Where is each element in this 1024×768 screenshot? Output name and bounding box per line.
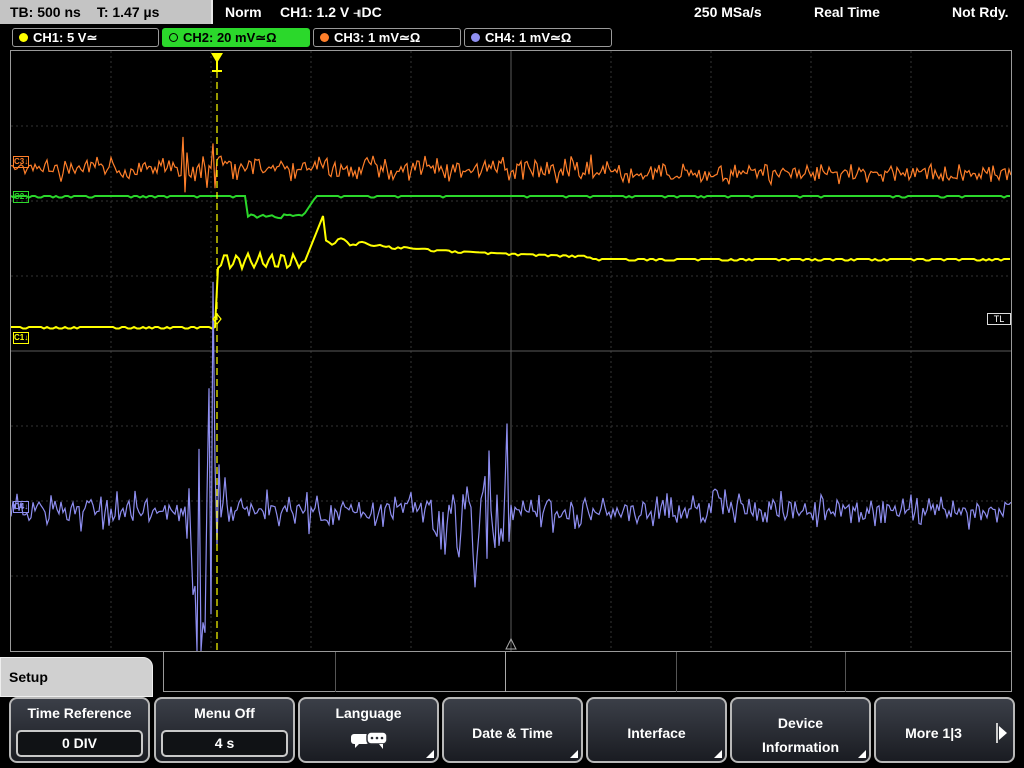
waveform-canvas: [11, 51, 1011, 651]
channel-tab-ch3[interactable]: CH3: 1 mV≃Ω: [313, 28, 461, 47]
interface-softkey[interactable]: Interface: [586, 697, 727, 763]
ch1-color-dot: [19, 33, 28, 42]
trigger-time-value: T: 1.47 µs: [96, 4, 160, 20]
speech-bubbles-icon: [350, 731, 388, 749]
menu-title: Setup: [9, 669, 48, 685]
channel-tab-label: CH2: 20 mV≃Ω: [183, 30, 277, 45]
menu-title-tab: Setup: [0, 657, 153, 697]
softkey-label: Device Information: [762, 715, 839, 755]
channel-tab-label: CH3: 1 mV≃Ω: [334, 30, 421, 45]
channel-tab-label: CH4: 1 mV≃Ω: [485, 30, 572, 45]
channel-tab-ch4[interactable]: CH4: 1 mV≃Ω: [464, 28, 612, 47]
ch3-offset-marker[interactable]: C3↓: [13, 156, 30, 168]
submenu-corner-icon: [570, 750, 578, 758]
submenu-corner-icon: [858, 750, 866, 758]
strip-divider: [845, 652, 846, 692]
status-bar: TB: 500 ns T: 1.47 µs Norm CH1: 1.2 V ⫣DC…: [0, 0, 1024, 26]
strip-divider: [676, 652, 677, 692]
menu-off-softkey[interactable]: Menu Off 4 s: [154, 697, 295, 763]
channel-tabs: CH1: 5 V≃ CH2: 20 mV≃Ω CH3: 1 mV≃Ω CH4: …: [0, 26, 1024, 48]
channel-tab-label: CH1: 5 V≃: [33, 30, 98, 45]
language-softkey[interactable]: Language: [298, 697, 439, 763]
softkey-label: Time Reference: [27, 705, 132, 721]
strip-divider-center: [505, 652, 506, 692]
ch4-color-dot: [471, 33, 480, 42]
more-softkey[interactable]: More 1|3: [874, 697, 1015, 763]
acquisition-mode[interactable]: Real Time: [814, 0, 880, 24]
ch2-color-dot: [169, 33, 178, 42]
acquisition-status: Not Rdy.: [952, 4, 1009, 20]
horizontal-overview-strip: [163, 652, 1012, 692]
softkey-label: Interface: [627, 725, 686, 741]
softkey-label: More 1|3: [905, 725, 962, 741]
timebase-box[interactable]: TB: 500 ns T: 1.47 µs: [0, 0, 213, 24]
ch3-color-dot: [320, 33, 329, 42]
ch2-offset-marker[interactable]: C2↓: [13, 191, 30, 203]
channel-tab-ch2[interactable]: CH2: 20 mV≃Ω: [162, 28, 310, 47]
sample-rate: 250 MSa/s: [694, 4, 762, 20]
timebase-value: TB: 500 ns: [10, 4, 81, 20]
ch1-offset-marker[interactable]: C1↓: [13, 332, 30, 344]
submenu-corner-icon: [426, 750, 434, 758]
more-divider: [996, 723, 998, 743]
waveform-display[interactable]: C3↓ C2↓ C1↓ C4↓ TL: [10, 50, 1012, 652]
next-page-arrow-icon: [999, 726, 1007, 740]
trigger-level-marker[interactable]: TL: [987, 313, 1011, 325]
softkey-label: Language: [335, 705, 402, 721]
device-information-softkey[interactable]: Device Information: [730, 697, 871, 763]
date-time-softkey[interactable]: Date & Time: [442, 697, 583, 763]
graticule-grid: [11, 51, 1011, 651]
time-reference-softkey[interactable]: Time Reference 0 DIV: [9, 697, 150, 763]
trigger-mode[interactable]: Norm: [225, 0, 262, 24]
softkey-label: Date & Time: [472, 725, 553, 741]
strip-divider: [335, 652, 336, 692]
channel-tab-ch1[interactable]: CH1: 5 V≃: [12, 28, 159, 47]
ch4-offset-marker[interactable]: C4↓: [13, 501, 30, 513]
softkey-label: Menu Off: [194, 705, 255, 721]
submenu-corner-icon: [714, 750, 722, 758]
menu-off-value: 4 s: [161, 730, 288, 757]
trigger-info[interactable]: CH1: 1.2 V ⫣DC: [280, 0, 382, 24]
time-reference-value: 0 DIV: [16, 730, 143, 757]
